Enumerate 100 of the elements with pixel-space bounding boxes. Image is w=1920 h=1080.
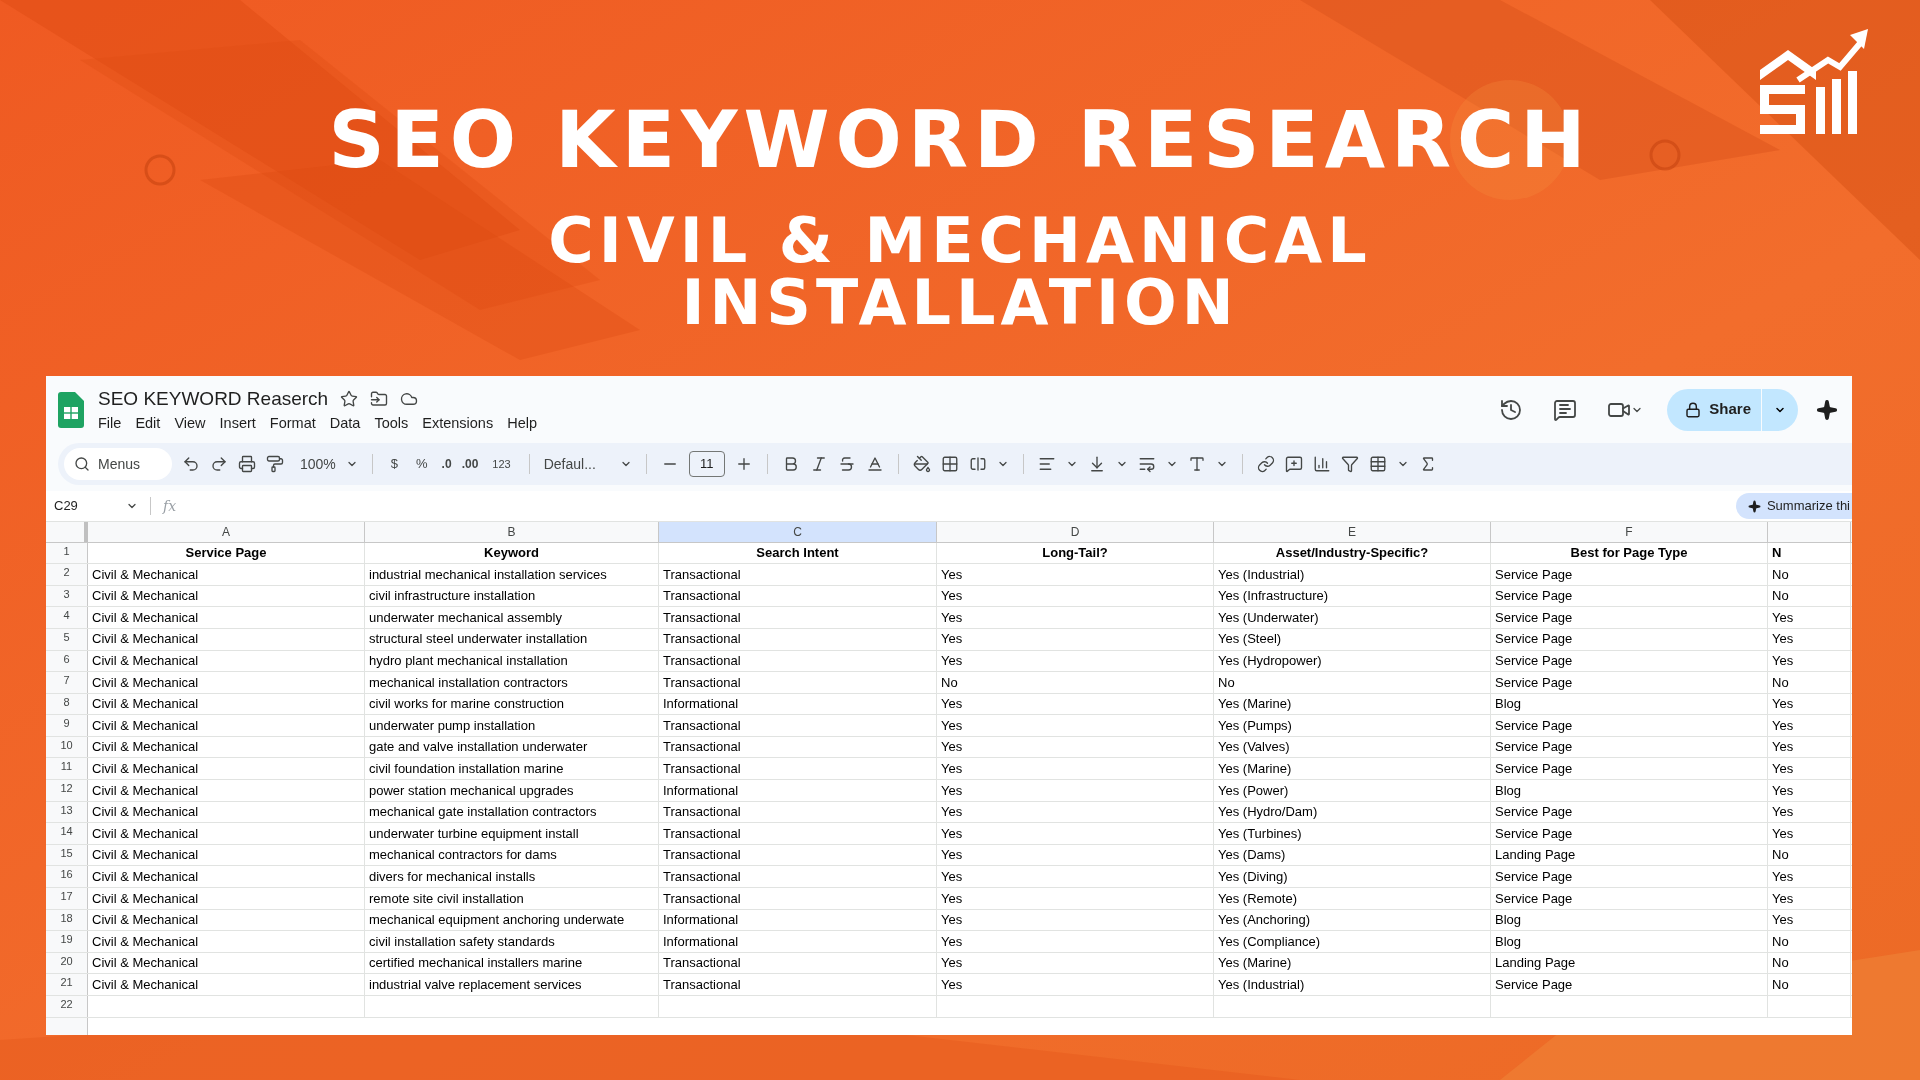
summarize-button[interactable]: Summarize thi	[1735, 493, 1852, 520]
table-cell-text: Yes (Infrastructure)	[1218, 587, 1329, 606]
increase-decimals[interactable]: .00	[461, 455, 479, 473]
table-cell-text: Informational	[663, 932, 739, 951]
menu-item[interactable]: Tools	[368, 411, 415, 434]
table-cell-text: Yes (Power)	[1218, 781, 1289, 800]
row-number[interactable]: 4	[63, 607, 70, 624]
table-cell-text: power station mechanical upgrades	[369, 781, 574, 800]
table-cell-text: Civil & Mechanical	[92, 932, 199, 951]
table-cell-text: Yes (Hydro/Dam)	[1218, 803, 1318, 822]
table-icon[interactable]	[1368, 455, 1387, 473]
menu-item[interactable]: Format	[263, 411, 322, 434]
table-cell-text: Transactional	[663, 608, 741, 627]
menu-search-field[interactable]: Menus	[64, 448, 172, 480]
menu-item[interactable]: Edit	[129, 411, 167, 434]
row-number[interactable]: 3	[63, 585, 70, 602]
sparkle-icon	[1747, 499, 1761, 513]
row-number[interactable]: 9	[63, 715, 70, 732]
paint-format-icon[interactable]	[266, 455, 284, 473]
table-cell-text: No	[1772, 932, 1789, 951]
table-cell-text: Transactional	[663, 673, 741, 692]
table-cell-text: Informational	[663, 911, 739, 930]
menu-item[interactable]: Data	[323, 411, 367, 434]
table-cell-text: No	[1772, 587, 1789, 606]
merge-icon[interactable]	[968, 455, 987, 473]
column-header[interactable]: E	[1214, 522, 1491, 542]
row-number[interactable]: 1	[63, 542, 70, 559]
wrap-icon[interactable]	[1137, 455, 1156, 473]
table-cell-text: Yes	[941, 975, 963, 994]
fill-color-icon[interactable]	[912, 455, 931, 473]
strikethrough-icon[interactable]	[837, 455, 856, 473]
name-box[interactable]: C29	[46, 496, 126, 516]
font-select[interactable]: Defaul...	[543, 453, 610, 475]
column-header[interactable]: A	[88, 522, 365, 542]
row-number[interactable]: 2	[63, 564, 70, 581]
undo-icon[interactable]	[182, 455, 200, 473]
table-cell-text: Blog	[1495, 695, 1522, 714]
table-cell-text: Transactional	[663, 587, 741, 606]
column-header[interactable]: C	[659, 522, 937, 542]
borders-icon[interactable]	[940, 455, 959, 473]
comment-icon[interactable]	[1553, 397, 1578, 422]
table-cell-text: Yes	[941, 695, 963, 714]
table-cell-text: Yes	[941, 824, 963, 843]
table-cell-text: Service Page	[1495, 824, 1573, 843]
table-cell-text: mechanical equipment anchoring underwate	[369, 911, 625, 930]
font-size-field[interactable]: 11	[688, 451, 725, 477]
table-cell-text: Service Page	[1495, 716, 1573, 735]
table-cell-text: Yes (Marine)	[1218, 695, 1292, 714]
table-cell-text: Service Page	[1495, 738, 1573, 757]
column-heading: Keyword	[484, 544, 539, 563]
table-cell-text: structural steel underwater installation	[369, 630, 588, 649]
table-cell-text: Civil & Mechanical	[92, 565, 199, 584]
redo-icon[interactable]	[210, 455, 228, 473]
zoom-select[interactable]: 100%	[300, 453, 336, 475]
table-cell-text: No	[1772, 565, 1789, 584]
table-cell-text: Service Page	[1495, 630, 1573, 649]
table-cell-text: Yes (Industrial)	[1218, 975, 1305, 994]
row-number[interactable]: 5	[63, 628, 70, 645]
row-number[interactable]: 7	[63, 672, 70, 689]
column-heading: Search Intent	[756, 544, 839, 563]
menu-item[interactable]: Insert	[213, 411, 262, 434]
table-cell-text: Yes (Diving)	[1218, 868, 1288, 886]
decrease-decimals[interactable]: .0	[441, 455, 452, 473]
menu-item[interactable]: File	[92, 411, 128, 434]
table-cell-text: hydro plant mechanical installation	[369, 652, 568, 671]
document-title[interactable]: SEO KEYWORD Reaserch	[98, 385, 329, 412]
menu-item[interactable]: Help	[501, 411, 543, 434]
number-format[interactable]: 123	[488, 455, 515, 473]
table-cell-text: Yes	[1772, 630, 1794, 649]
table-cell-text: Service Page	[1495, 652, 1573, 671]
folder-icon[interactable]	[370, 389, 389, 408]
table-cell-text: Informational	[663, 695, 739, 714]
print-icon[interactable]	[238, 455, 256, 473]
table-cell-text: Transactional	[663, 889, 741, 908]
menu-item[interactable]: View	[168, 411, 212, 434]
table-cell-text: Yes (Remote)	[1218, 889, 1297, 908]
sparkle-icon[interactable]	[1816, 398, 1838, 421]
table-cell-text: civil installation safety standards	[369, 932, 555, 951]
table-cell-text: Yes	[941, 608, 963, 627]
add-comment-icon[interactable]	[1284, 455, 1303, 473]
row-number[interactable]: 6	[63, 650, 70, 667]
table-cell-text: civil foundation installation marine	[369, 760, 564, 779]
filter-icon[interactable]	[1340, 455, 1359, 473]
table-cell-text: civil works for marine construction	[369, 695, 565, 714]
chart-icon[interactable]	[1312, 455, 1331, 473]
currency-format[interactable]: $	[386, 454, 403, 474]
banner-subtitle: CIVIL & MECHANICAL	[548, 210, 1372, 272]
column-header[interactable]: D	[937, 522, 1214, 542]
table-cell-text: Civil & Mechanical	[92, 608, 199, 627]
link-icon[interactable]	[1256, 455, 1275, 473]
table-cell-text: No	[1772, 975, 1789, 994]
column-header[interactable]: F	[1491, 522, 1768, 542]
star-icon[interactable]	[340, 389, 359, 408]
align-icon[interactable]	[1037, 455, 1056, 473]
text-color-icon[interactable]	[865, 455, 884, 473]
menu-item[interactable]: Extensions	[416, 411, 500, 434]
percent-format[interactable]: %	[412, 454, 432, 474]
row-number[interactable]: 8	[63, 693, 70, 710]
table-cell-text: Transactional	[663, 760, 741, 779]
history-icon[interactable]	[1499, 397, 1524, 422]
